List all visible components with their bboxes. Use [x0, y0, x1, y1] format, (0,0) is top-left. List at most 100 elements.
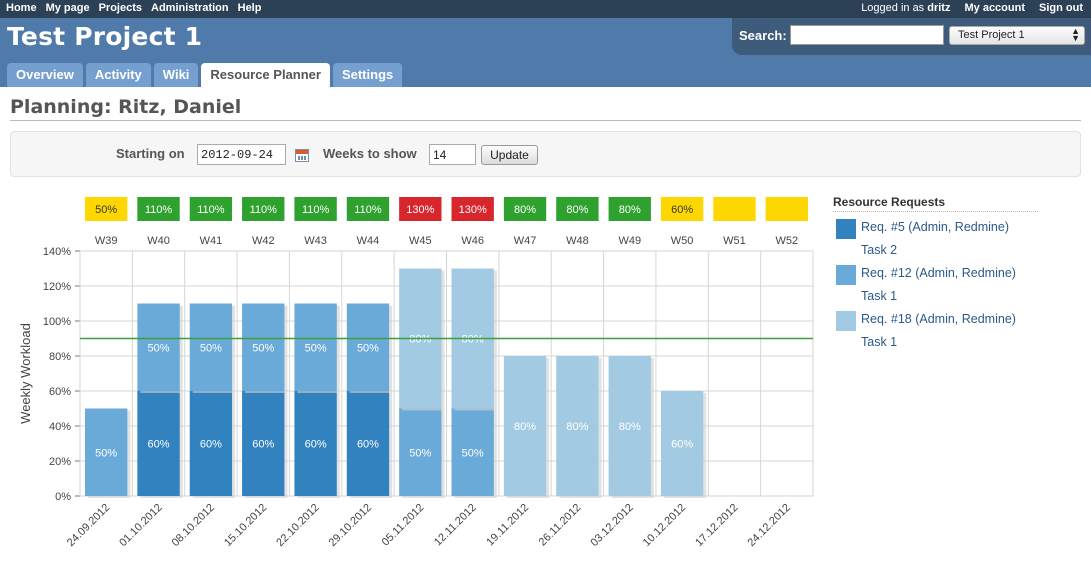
request-link[interactable]: Req. #18 (Admin, Redmine) — [861, 312, 1016, 326]
bar-value-label: 60% — [200, 439, 222, 451]
menu-my-account-link[interactable]: My account — [964, 2, 1025, 14]
logged-in-prefix: Logged in as — [861, 2, 925, 14]
week-label: W45 — [409, 235, 432, 247]
menu-administration-link[interactable]: Administration — [151, 2, 229, 14]
task-link[interactable]: Task 2 — [861, 243, 897, 257]
week-label: W41 — [200, 235, 223, 247]
top-menu-right: Logged in as dritz My account Sign out — [861, 2, 1083, 14]
request-link[interactable]: Req. #5 (Admin, Redmine) — [861, 220, 1009, 234]
bar-value-label: 50% — [409, 447, 431, 459]
menu-sign-out-link[interactable]: Sign out — [1039, 2, 1083, 14]
starting-on-input[interactable] — [197, 144, 286, 165]
search-label: Search: — [739, 28, 787, 43]
week-label: W46 — [461, 235, 484, 247]
y-tick-label: 20% — [49, 456, 71, 468]
workload-total-label: 110% — [145, 204, 173, 216]
workload-total-label: 60% — [671, 204, 693, 216]
request-item: Req. #5 (Admin, Redmine) Task 2 — [833, 212, 1038, 258]
bar-value-label: 80% — [514, 421, 536, 433]
top-menu: Home My page Projects Administration Hel… — [0, 0, 1091, 18]
starting-on-label: Starting on — [116, 146, 185, 161]
page-title: Planning: Ritz, Daniel — [10, 96, 242, 118]
bar-value-label: 50% — [357, 342, 379, 354]
calendar-icon[interactable] — [295, 149, 309, 162]
menu-home-link[interactable]: Home — [6, 2, 37, 14]
workload-status-box — [765, 197, 808, 221]
search-input[interactable] — [790, 25, 944, 45]
request-color-swatch — [836, 311, 856, 331]
x-tick-label: 19.11.2012 — [484, 502, 531, 549]
tab-resource-planner[interactable]: Resource Planner — [201, 63, 330, 87]
main-tabs: Overview Activity Wiki Resource Planner … — [7, 63, 403, 87]
workload-status-box — [713, 197, 756, 221]
week-label: W43 — [304, 235, 327, 247]
bar-value-label: 80% — [566, 421, 588, 433]
request-item: Req. #12 (Admin, Redmine) Task 1 — [833, 258, 1038, 304]
bar-value-label: 50% — [305, 342, 327, 354]
workload-total-label: 110% — [302, 204, 330, 216]
workload-chart: 0% 20% 40% 60% 80% 100% 120% 140% Weekly Workloa… — [18, 197, 814, 549]
week-label: W44 — [357, 235, 380, 247]
workload-total-label: 110% — [354, 204, 382, 216]
y-tick-label: 140% — [43, 246, 71, 258]
week-label: W40 — [147, 235, 170, 247]
x-tick-label: 26.11.2012 — [537, 502, 584, 549]
tab-activity[interactable]: Activity — [85, 63, 151, 87]
project-jump-value: Test Project 1 — [958, 29, 1025, 41]
x-tick-label: 03.12.2012 — [588, 502, 635, 549]
bar-value-label: 50% — [148, 342, 170, 354]
bar-value-label: 80% — [409, 334, 431, 346]
workload-total-label: 80% — [514, 204, 536, 216]
bar-value-label: 60% — [357, 439, 379, 451]
x-tick-label: 01.10.2012 — [117, 502, 164, 549]
x-tick-label: 17.12.2012 — [693, 502, 740, 549]
resource-requests-title: Resource Requests — [833, 195, 1038, 212]
x-tick-label: 24.09.2012 — [65, 502, 112, 549]
workload-total-label: 50% — [95, 204, 117, 216]
bar-value-label: 80% — [462, 334, 484, 346]
y-tick-label: 120% — [43, 281, 71, 293]
x-tick-label: 29.10.2012 — [327, 502, 374, 549]
bar-value-label: 50% — [462, 447, 484, 459]
y-tick-label: 60% — [49, 386, 71, 398]
bar-value-label: 50% — [200, 342, 222, 354]
tab-wiki[interactable]: Wiki — [153, 63, 199, 87]
bar-value-label: 60% — [305, 439, 327, 451]
top-menu-left: Home My page Projects Administration Hel… — [6, 2, 261, 14]
tab-settings[interactable]: Settings — [332, 63, 403, 87]
tab-overview[interactable]: Overview — [7, 63, 83, 87]
title-divider — [10, 120, 1081, 121]
workload-total-label: 130% — [459, 204, 487, 216]
request-link[interactable]: Req. #12 (Admin, Redmine) — [861, 266, 1016, 280]
bar-value-label: 60% — [671, 439, 693, 451]
logged-in-user[interactable]: dritz — [927, 2, 950, 14]
weeks-to-show-input[interactable] — [429, 144, 476, 165]
task-link[interactable]: Task 1 — [861, 289, 897, 303]
y-tick-label: 0% — [55, 491, 71, 503]
workload-total-label: 80% — [619, 204, 641, 216]
select-arrows-icon: ▲ ▼ — [1071, 26, 1080, 43]
workload-total-label: 110% — [250, 204, 278, 216]
workload-total-label: 130% — [406, 204, 434, 216]
workload-total-label: 80% — [566, 204, 588, 216]
bar-value-label: 60% — [252, 439, 274, 451]
x-tick-label: 12.11.2012 — [432, 502, 479, 549]
menu-my-page-link[interactable]: My page — [46, 2, 90, 14]
request-color-swatch — [836, 265, 856, 285]
y-axis-label: Weekly Workload — [18, 323, 33, 424]
update-button[interactable]: Update — [481, 145, 538, 165]
week-label: W49 — [618, 235, 641, 247]
workload-total-label: 110% — [197, 204, 225, 216]
menu-help-link[interactable]: Help — [238, 2, 262, 14]
x-tick-label: 05.11.2012 — [380, 502, 427, 549]
week-label: W52 — [776, 235, 799, 247]
filter-box: Starting on Weeks to show Update — [10, 131, 1081, 177]
x-tick-label: 22.10.2012 — [274, 502, 321, 549]
menu-projects-link[interactable]: Projects — [99, 2, 142, 14]
task-link[interactable]: Task 1 — [861, 335, 897, 349]
project-jump-select[interactable]: Test Project 1 ▲ ▼ — [949, 26, 1085, 45]
project-title: Test Project 1 — [7, 22, 203, 51]
weeks-to-show-label: Weeks to show — [323, 146, 417, 161]
week-label: W48 — [566, 235, 589, 247]
x-tick-label: 24.12.2012 — [746, 502, 793, 549]
